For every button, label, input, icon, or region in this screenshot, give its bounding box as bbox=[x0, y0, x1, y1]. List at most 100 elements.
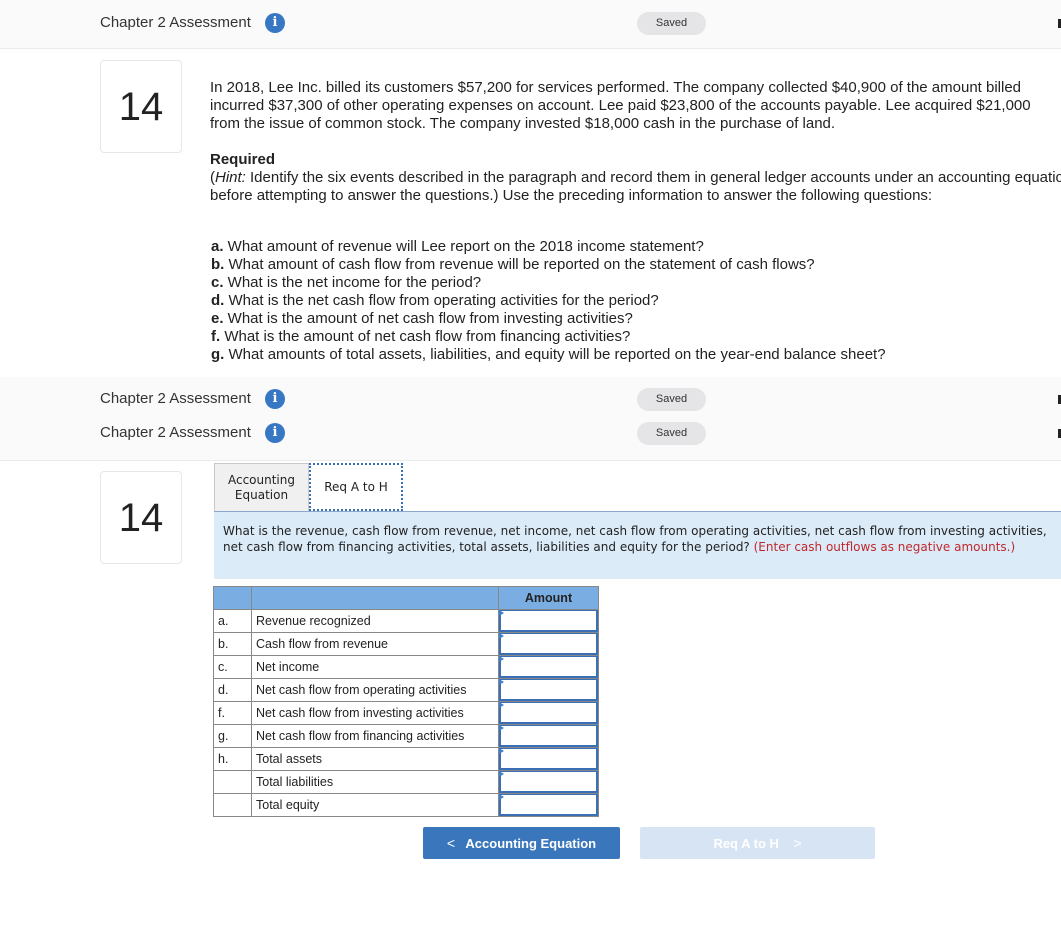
tab-label: Equation bbox=[234, 488, 289, 502]
table-header-row: Amount bbox=[213, 586, 599, 610]
chevron-left-icon: < bbox=[446, 835, 456, 851]
question-item: d. What is the net cash flow from operat… bbox=[211, 292, 659, 309]
saved-status-badge: Saved bbox=[637, 422, 706, 445]
amount-input[interactable] bbox=[499, 725, 598, 747]
table-row: f. Net cash flow from investing activitie… bbox=[213, 701, 599, 725]
row-label: Net cash flow from investing activities bbox=[251, 701, 499, 725]
row-label: Net cash flow from financing activities bbox=[251, 724, 499, 748]
amount-input[interactable] bbox=[499, 679, 598, 701]
input-flag-icon bbox=[499, 679, 504, 685]
row-letter: a. bbox=[213, 609, 252, 633]
amount-cell bbox=[498, 678, 599, 702]
question-item: g. What amounts of total assets, liabili… bbox=[211, 346, 886, 363]
amount-input[interactable] bbox=[499, 633, 598, 655]
question-item: a. What amount of revenue will Lee repor… bbox=[211, 238, 704, 255]
amount-cell bbox=[498, 770, 599, 794]
assessment-header-row: Chapter 2 Assessment i Saved bbox=[0, 382, 1061, 416]
next-req-a-to-h-button[interactable]: Req A to H > bbox=[640, 827, 875, 859]
input-flag-icon bbox=[499, 633, 504, 639]
amount-input[interactable] bbox=[499, 610, 598, 632]
amount-input[interactable] bbox=[499, 702, 598, 724]
saved-status-badge: Saved bbox=[637, 12, 706, 35]
input-flag-icon bbox=[499, 771, 504, 777]
tab-req-a-to-h[interactable]: Req A to H bbox=[309, 463, 403, 511]
prev-button-label: Accounting Equation bbox=[465, 836, 597, 851]
row-letter: h. bbox=[213, 747, 252, 771]
info-icon[interactable]: i bbox=[265, 13, 285, 33]
assessment-header-top: Chapter 2 Assessment i Saved bbox=[0, 0, 1061, 49]
hint-line: before attempting to answer the question… bbox=[210, 187, 933, 204]
assessment-header-row: Chapter 2 Assessment i Saved bbox=[0, 6, 1061, 40]
amount-cell bbox=[498, 747, 599, 771]
assessment-header-middle: Chapter 2 Assessment i Saved Chapter 2 A… bbox=[0, 377, 1061, 461]
hint-text: Identify the six events described in the… bbox=[245, 169, 1061, 186]
table-row: b. Cash flow from revenue bbox=[213, 632, 599, 656]
problem-line: from the issue of common stock. The comp… bbox=[210, 115, 836, 132]
assessment-title: Chapter 2 Assessment bbox=[100, 390, 251, 407]
amount-input[interactable] bbox=[499, 794, 598, 816]
tab-label: Accounting bbox=[227, 473, 295, 487]
saved-status-badge: Saved bbox=[637, 388, 706, 411]
header-cell bbox=[251, 586, 499, 610]
hint-line: (Hint: Identify the six events described… bbox=[210, 169, 1061, 187]
question-item: c. What is the net income for the period… bbox=[211, 274, 482, 291]
question-prompt: What is the revenue, cash flow from reve… bbox=[214, 511, 1061, 579]
row-letter: b. bbox=[213, 632, 252, 656]
assessment-title: Chapter 2 Assessment bbox=[100, 424, 251, 441]
input-flag-icon bbox=[499, 610, 504, 616]
table-row: h. Total assets bbox=[213, 747, 599, 771]
amount-cell bbox=[498, 701, 599, 725]
row-label: Total assets bbox=[251, 747, 499, 771]
required-section: Required (Hint: Identify the six events … bbox=[210, 151, 1061, 205]
table-row: a. Revenue recognized bbox=[213, 609, 599, 633]
amount-input[interactable] bbox=[499, 771, 598, 793]
amount-cell bbox=[498, 793, 599, 817]
amount-header: Amount bbox=[498, 586, 599, 610]
assessment-title: Chapter 2 Assessment bbox=[100, 14, 251, 31]
question-number: 14 bbox=[100, 60, 182, 153]
question-item: b. What amount of cash flow from revenue… bbox=[211, 256, 815, 273]
input-flag-icon bbox=[499, 794, 504, 800]
amount-cell bbox=[498, 655, 599, 679]
prompt-instruction: (Enter cash outflows as negative amounts… bbox=[753, 540, 1016, 554]
row-label: Revenue recognized bbox=[251, 609, 499, 633]
table-row: g. Net cash flow from financing activitie… bbox=[213, 724, 599, 748]
row-letter: d. bbox=[213, 678, 252, 702]
amount-input[interactable] bbox=[499, 656, 598, 678]
input-flag-icon bbox=[499, 656, 504, 662]
row-letter bbox=[213, 793, 252, 817]
input-flag-icon bbox=[499, 702, 504, 708]
required-heading: Required bbox=[210, 151, 276, 168]
hint-label: Hint: bbox=[215, 169, 246, 186]
amount-cell bbox=[498, 609, 599, 633]
info-icon[interactable]: i bbox=[265, 389, 285, 409]
question-number: 14 bbox=[100, 471, 182, 564]
chevron-right-icon: > bbox=[793, 835, 802, 851]
row-label: Total liabilities bbox=[251, 770, 499, 794]
table-row: Total liabilities bbox=[213, 770, 599, 794]
problem-line: In 2018, Lee Inc. billed its customers $… bbox=[210, 79, 1022, 96]
amount-cell bbox=[498, 632, 599, 656]
row-letter bbox=[213, 770, 252, 794]
info-icon[interactable]: i bbox=[265, 423, 285, 443]
input-flag-icon bbox=[499, 725, 504, 731]
prev-accounting-equation-button[interactable]: < Accounting Equation bbox=[423, 827, 620, 859]
row-label: Net income bbox=[251, 655, 499, 679]
header-cell bbox=[213, 586, 252, 610]
table-row: c. Net income bbox=[213, 655, 599, 679]
row-letter: f. bbox=[213, 701, 252, 725]
next-button-label: Req A to H bbox=[713, 836, 779, 851]
assessment-header-row: Chapter 2 Assessment i Saved bbox=[0, 416, 1061, 450]
row-label: Total equity bbox=[251, 793, 499, 817]
table-row: d. Net cash flow from operating activitie… bbox=[213, 678, 599, 702]
question-item: f. What is the amount of net cash flow f… bbox=[211, 328, 631, 345]
answer-table: Amount a. Revenue recognized b. Cash flow f… bbox=[213, 586, 599, 817]
row-letter: c. bbox=[213, 655, 252, 679]
problem-statement: In 2018, Lee Inc. billed its customers $… bbox=[210, 79, 1031, 133]
tab-accounting-equation[interactable]: Accounting Equation bbox=[214, 463, 309, 511]
amount-input[interactable] bbox=[499, 748, 598, 770]
input-flag-icon bbox=[499, 748, 504, 754]
problem-line: incurred $37,300 of other operating expe… bbox=[210, 97, 1031, 114]
question-list: a. What amount of revenue will Lee repor… bbox=[211, 238, 886, 364]
amount-cell bbox=[498, 724, 599, 748]
